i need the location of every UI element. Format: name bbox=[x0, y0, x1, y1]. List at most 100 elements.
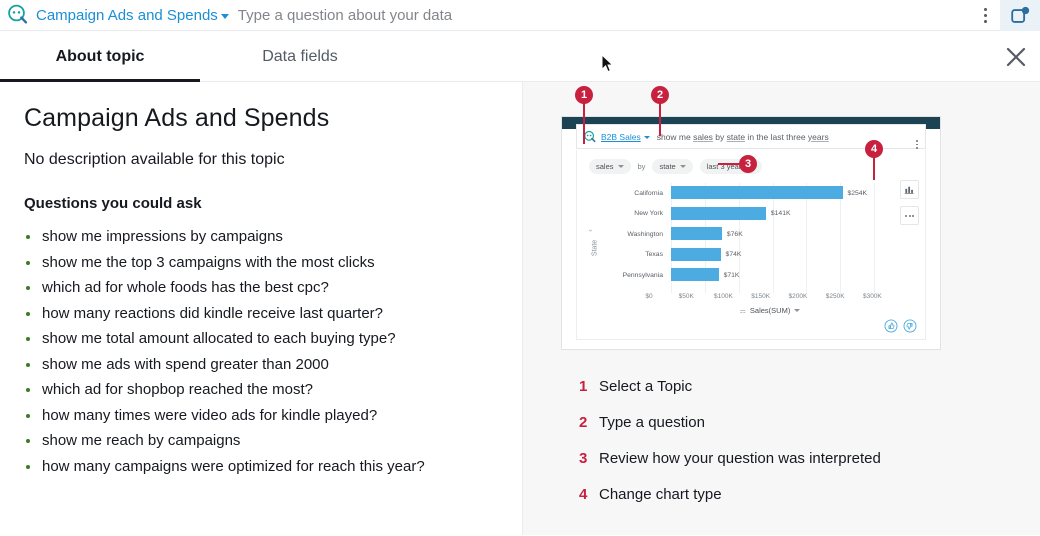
callout-badge-2: 2 bbox=[651, 86, 669, 104]
ellipsis-icon bbox=[900, 206, 919, 225]
tab-data-fields[interactable]: Data fields bbox=[200, 31, 400, 82]
chart-bar-row: Texas $74K bbox=[609, 245, 891, 266]
leader-line-1 bbox=[583, 100, 585, 144]
tab-about-topic[interactable]: About topic bbox=[0, 31, 200, 82]
bar bbox=[671, 268, 719, 281]
list-item[interactable]: show me ads with spend greater than 2000 bbox=[24, 352, 498, 378]
x-tick-label: $100K bbox=[714, 293, 733, 300]
bar-category-label: California bbox=[609, 183, 667, 204]
chart-bar-row: Pennsylvania $71K bbox=[609, 265, 891, 286]
list-item[interactable]: show me the top 3 campaigns with the mos… bbox=[24, 250, 498, 276]
bar-category-label: New York bbox=[609, 204, 667, 225]
thumbs-down-icon bbox=[903, 319, 917, 333]
chevron-down-icon bbox=[794, 309, 800, 312]
bar-track: $76K bbox=[671, 224, 891, 245]
pill-dimension: state bbox=[652, 159, 692, 174]
bar-track: $71K bbox=[671, 265, 891, 286]
list-item[interactable]: how many reactions did kindle receive la… bbox=[24, 301, 498, 327]
screenshot-topic-label: B2B Sales bbox=[601, 132, 641, 142]
chart-bar-row: Washington $76K bbox=[609, 224, 891, 245]
list-item[interactable]: show me total amount allocated to each b… bbox=[24, 326, 498, 352]
tutorial-step: 2 Type a question bbox=[579, 414, 1019, 450]
x-tick-label: $50K bbox=[679, 293, 694, 300]
tutorial-screenshot: B2B Sales show me sales by state in the … bbox=[561, 116, 943, 352]
x-axis-ticks: $0 $50K $100K $150K $200K $250K $300K bbox=[649, 293, 891, 303]
tutorial-step: 4 Change chart type bbox=[579, 486, 1019, 522]
chart-plot-area: California $254K New York $14 bbox=[609, 183, 891, 293]
tutorial-steps: 1 Select a Topic 2 Type a question 3 Rev… bbox=[579, 378, 1019, 522]
step-text: Type a question bbox=[599, 414, 705, 431]
list-item[interactable]: show me reach by campaigns bbox=[24, 428, 498, 454]
mouse-cursor bbox=[601, 54, 615, 74]
screenshot-frame: B2B Sales show me sales by state in the … bbox=[561, 116, 941, 350]
callout-badge-1: 1 bbox=[575, 86, 593, 104]
bar-track: $141K bbox=[671, 204, 891, 225]
list-item[interactable]: show me impressions by campaigns bbox=[24, 224, 498, 250]
about-topic-panel: Campaign Ads and Spends No description a… bbox=[0, 82, 522, 535]
pill-measure: sales bbox=[589, 159, 631, 174]
x-tick-label: $200K bbox=[789, 293, 808, 300]
tutorial-step: 1 Select a Topic bbox=[579, 378, 1019, 414]
sales-by-state-chart: › State bbox=[587, 183, 891, 313]
step-text: Review how your question was interpreted bbox=[599, 450, 881, 467]
chevron-down-icon bbox=[644, 136, 650, 139]
bar bbox=[671, 248, 721, 261]
topic-selector-label[interactable]: Campaign Ads and Spends bbox=[36, 7, 218, 24]
notification-square-icon[interactable] bbox=[1000, 0, 1040, 31]
q-search-icon[interactable] bbox=[6, 3, 30, 27]
chevron-down-icon bbox=[618, 165, 624, 168]
list-item[interactable]: how many campaigns were optimized for re… bbox=[24, 454, 498, 480]
bar-category-label: Pennsylvania bbox=[609, 265, 667, 286]
list-item[interactable]: which ad for shopbop reached the most? bbox=[24, 377, 498, 403]
bar bbox=[671, 227, 722, 240]
close-icon[interactable] bbox=[1000, 41, 1032, 73]
tab-about-topic-label: About topic bbox=[56, 48, 145, 66]
topbar-actions bbox=[970, 0, 1040, 31]
x-tick-label: $150K bbox=[751, 293, 770, 300]
y-axis-label: State bbox=[592, 240, 599, 256]
x-tick-label: $0 bbox=[645, 293, 652, 300]
pill-joiner-label: by bbox=[638, 162, 646, 171]
interpretation-pills: sales by state last 3 years bbox=[589, 159, 762, 174]
x-axis-label-text: Sales(SUM) bbox=[750, 306, 790, 315]
step-text: Change chart type bbox=[599, 486, 722, 503]
x-tick-label: $300K bbox=[863, 293, 882, 300]
step-number: 3 bbox=[579, 450, 599, 467]
bar-track: $74K bbox=[671, 245, 891, 266]
tutorial-step: 3 Review how your question was interpret… bbox=[579, 450, 1019, 486]
list-item[interactable]: which ad for whole foods has the best cp… bbox=[24, 275, 498, 301]
thumbs-up-icon bbox=[884, 319, 898, 333]
bar bbox=[671, 207, 766, 220]
tab-bar: About topic Data fields bbox=[0, 31, 1040, 82]
bar-value-label: $254K bbox=[847, 183, 867, 204]
questions-heading: Questions you could ask bbox=[24, 195, 498, 212]
step-number: 2 bbox=[579, 414, 599, 431]
bar-value-label: $76K bbox=[727, 224, 743, 245]
tutorial-panel: 1 2 3 4 B2B Sal bbox=[522, 82, 1040, 535]
chevron-down-icon[interactable] bbox=[221, 14, 229, 19]
bar-value-label: $141K bbox=[771, 204, 791, 225]
x-tick-label: $250K bbox=[826, 293, 845, 300]
q-search-icon bbox=[583, 130, 597, 144]
leader-line-2 bbox=[659, 100, 661, 136]
list-item[interactable]: how many times were video ads for kindle… bbox=[24, 403, 498, 429]
bar bbox=[671, 186, 843, 199]
callout-badge-4: 4 bbox=[865, 140, 883, 158]
field-icon: ⚎ bbox=[740, 307, 746, 315]
vertical-dots-icon[interactable] bbox=[970, 0, 1000, 31]
chart-tools bbox=[900, 180, 919, 225]
question-input-placeholder[interactable]: Type a question about your data bbox=[238, 7, 452, 24]
chevron-right-icon: › bbox=[587, 230, 594, 232]
bar-category-label: Washington bbox=[609, 224, 667, 245]
callout-badge-3: 3 bbox=[739, 155, 757, 173]
step-text: Select a Topic bbox=[599, 378, 692, 395]
top-search-bar: Campaign Ads and Spends Type a question … bbox=[0, 0, 1040, 31]
topic-description: No description available for this topic bbox=[24, 151, 498, 169]
feedback-buttons bbox=[884, 319, 917, 333]
bar-chart-icon bbox=[900, 180, 919, 199]
chart-bar-row: California $254K bbox=[609, 183, 891, 204]
bar-track: $254K bbox=[671, 183, 891, 204]
screenshot-query-text: show me sales by state in the last three… bbox=[657, 132, 829, 142]
page-title: Campaign Ads and Spends bbox=[24, 104, 498, 133]
x-axis-label: ⚎ Sales(SUM) bbox=[649, 306, 891, 315]
